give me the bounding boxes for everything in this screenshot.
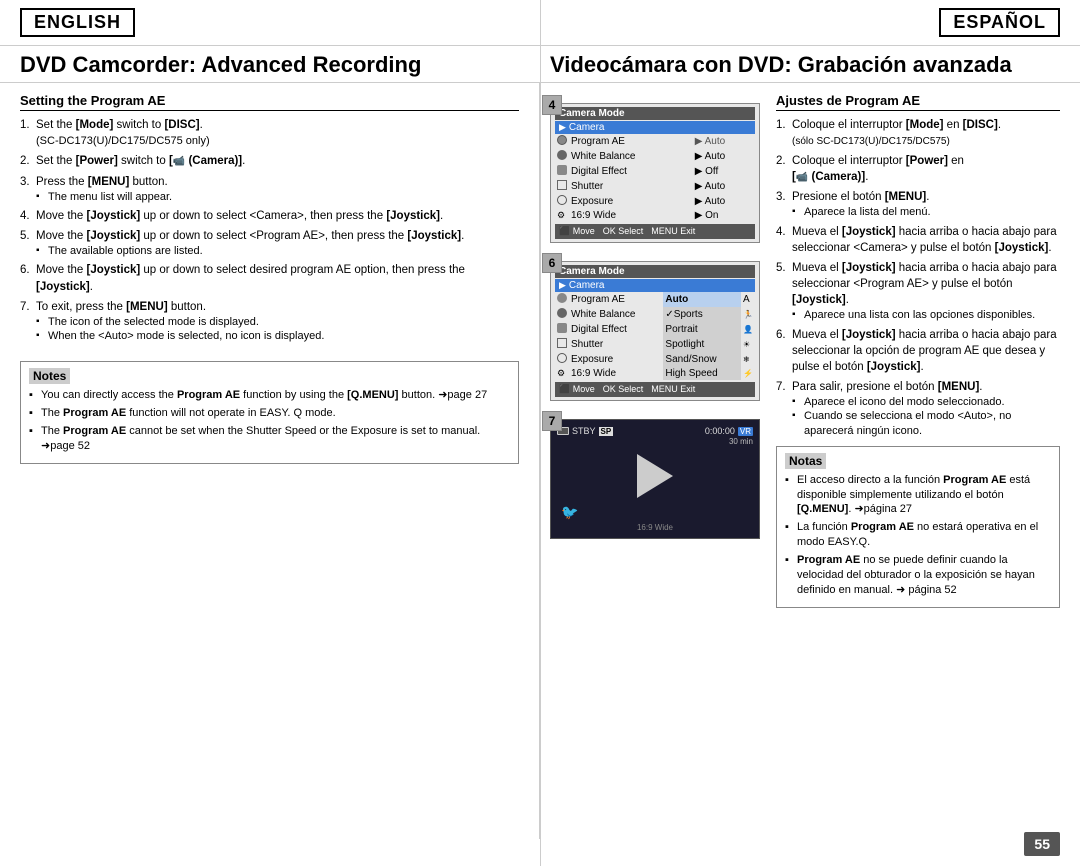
left-column: Setting the Program AE 1. Set the [Mode]… xyxy=(0,83,540,839)
right-column: 4 Camera Mode ▶ Camera Prog xyxy=(540,83,1080,839)
step-2: 2. Set the [Power] switch to [📹 (Camera)… xyxy=(20,153,519,169)
es-step-2: 2. Coloque el interruptor [Power] en [📹 … xyxy=(776,153,1060,185)
diagram-6-selected-row: ▶ Camera xyxy=(555,279,755,292)
english-note-3: The Program AE cannot be set when the Sh… xyxy=(29,424,510,454)
es-note-1: El acceso directo a la función Program A… xyxy=(785,473,1051,518)
bird-icon: 🐦 xyxy=(557,504,753,521)
step-7: 7. To exit, press the [MENU] button. The… xyxy=(20,299,519,344)
vertical-divider xyxy=(540,0,541,866)
vr-badge: VR xyxy=(738,427,753,436)
min-text: 30 min xyxy=(557,437,753,446)
stby-text: STBY xyxy=(572,426,596,436)
espanol-notes-box: Notas El acceso directo a la función Pro… xyxy=(776,446,1060,608)
espanol-notes-title: Notas xyxy=(785,453,826,469)
espanol-steps-list: 1. Coloque el interruptor [Mode] en [DIS… xyxy=(776,117,1060,438)
english-note-1: You can directly access the Program AE f… xyxy=(29,388,510,403)
wide-label: 16:9 Wide xyxy=(557,523,753,532)
es-step-5: 5. Mueva el [Joystick] hacia arriba o ha… xyxy=(776,260,1060,323)
page-container: ENGLISH ESPAÑOL DVD Camcorder: Advanced … xyxy=(0,0,1080,866)
diagram-6: 6 Camera Mode ▶ Camera Program AE xyxy=(550,261,760,401)
diagram-4-label: 4 xyxy=(542,95,562,115)
es-step-6: 6. Mueva el [Joystick] hacia arriba o ha… xyxy=(776,327,1060,375)
english-section-title: Setting the Program AE xyxy=(20,93,519,111)
diagram-4-selected-row: ▶ Camera xyxy=(555,121,755,134)
diagram-7-content: STBY SP 0:00:00 VR 30 min xyxy=(550,419,760,539)
es-step-1: 1. Coloque el interruptor [Mode] en [DIS… xyxy=(776,117,1060,149)
diagram-4-footer: ⬛ Move OK Select MENU Exit xyxy=(555,224,755,239)
page-number-badge: 55 xyxy=(1024,832,1060,856)
diagram-6-content: Camera Mode ▶ Camera Program AE Auto xyxy=(550,261,760,401)
espanol-label: ESPAÑOL xyxy=(939,8,1060,37)
espanol-title: Videocámara con DVD: Grabación avanzada xyxy=(540,52,1060,78)
diagram-4-content: Camera Mode ▶ Camera Program AE ▶ Au xyxy=(550,103,760,243)
english-note-2: The Program AE function will not operate… xyxy=(29,406,510,421)
diagram-6-table: Program AE Auto A White Balance ✓Sports … xyxy=(555,292,755,380)
es-note-3: Program AE no se puede definir cuando la… xyxy=(785,553,1051,598)
english-steps-list: 1. Set the [Mode] switch to [DISC]. (SC-… xyxy=(20,117,519,347)
play-triangle-icon xyxy=(637,454,673,498)
english-notes-title: Notes xyxy=(29,368,70,384)
diagram-6-header: Camera Mode xyxy=(555,265,755,278)
english-notes-box: Notes You can directly access the Progra… xyxy=(20,361,519,463)
espanol-section-title: Ajustes de Program AE xyxy=(776,93,1060,111)
step-4: 4. Move the [Joystick] up or down to sel… xyxy=(20,208,519,224)
es-note-2: La función Program AE no estará operativ… xyxy=(785,520,1051,550)
diagram-7: 7 STBY SP 0:00:00 xyxy=(550,419,760,539)
diagram-4: 4 Camera Mode ▶ Camera Prog xyxy=(550,103,760,243)
step-6: 6. Move the [Joystick] up or down to sel… xyxy=(20,262,519,294)
diagram-6-footer: ⬛ Move OK Select MENU Exit xyxy=(555,382,755,397)
english-title: DVD Camcorder: Advanced Recording xyxy=(20,52,540,78)
diagram-4-header: Camera Mode xyxy=(555,107,755,120)
step-5: 5. Move the [Joystick] up or down to sel… xyxy=(20,228,519,258)
diagram-6-label: 6 xyxy=(542,253,562,273)
sp-badge: SP xyxy=(599,427,614,436)
diagram-4-table: Program AE ▶ Auto White Balance ▶ Auto xyxy=(555,134,755,222)
english-label: ENGLISH xyxy=(20,8,135,37)
es-step-4: 4. Mueva el [Joystick] hacia arriba o ha… xyxy=(776,224,1060,256)
step-1: 1. Set the [Mode] switch to [DISC]. (SC-… xyxy=(20,117,519,149)
espanol-content: Ajustes de Program AE 1. Coloque el inte… xyxy=(760,93,1060,608)
time-display: 0:00:00 xyxy=(705,426,735,436)
step-3: 3. Press the [MENU] button. The menu lis… xyxy=(20,174,519,204)
es-step-7: 7. Para salir, presione el botón [MENU].… xyxy=(776,379,1060,438)
diagram-7-label: 7 xyxy=(542,411,562,431)
es-step-3: 3. Presione el botón [MENU]. Aparece la … xyxy=(776,189,1060,219)
